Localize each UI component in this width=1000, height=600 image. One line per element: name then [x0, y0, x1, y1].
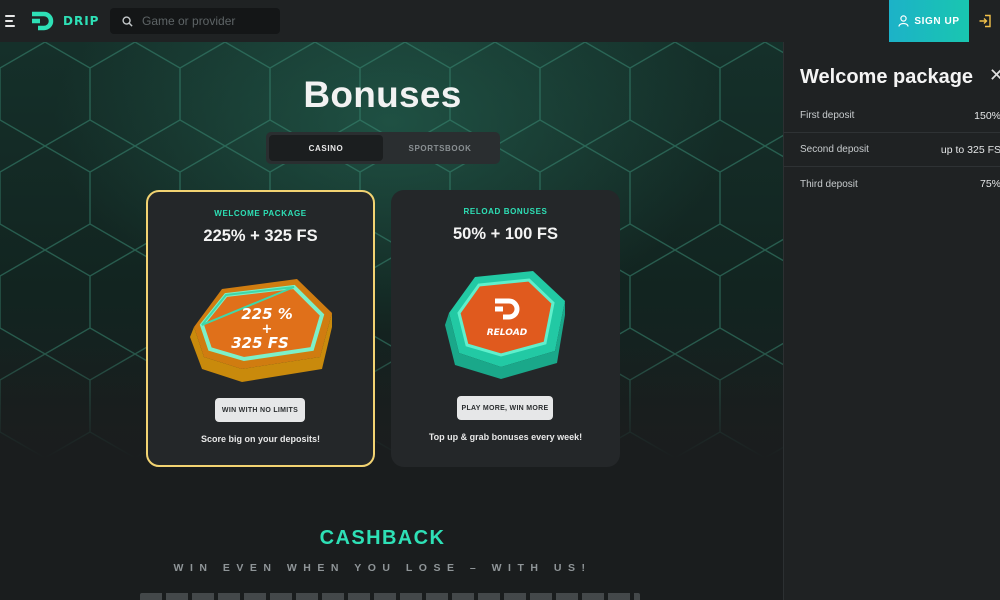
search-box[interactable] — [110, 8, 280, 34]
row-value: up to 325 FS — [940, 143, 1000, 156]
card-description: Score big on your deposits! — [200, 434, 320, 444]
sign-up-button[interactable]: SIGN UP — [889, 0, 969, 42]
bonuses-main: Bonuses CASINO SPORTSBOOK WELCOME PACKAG… — [0, 42, 783, 600]
tab-sportsbook[interactable]: SPORTSBOOK — [383, 135, 497, 161]
panel-row-third-deposit: Third deposit 75% — [784, 167, 1000, 201]
cashback-title: CASHBACK — [319, 527, 446, 549]
sign-up-label: SIGN UP — [914, 15, 960, 27]
card-kicker: WELCOME PACKAGE — [214, 209, 307, 218]
login-icon — [979, 14, 991, 28]
page-title: Bonuses — [303, 74, 462, 115]
bonus-tabs: CASINO SPORTSBOOK — [266, 132, 500, 164]
cashback-text-cutoff — [140, 593, 640, 600]
play-more-win-more-button[interactable]: PLAY MORE, WIN MORE — [457, 396, 553, 420]
menu-icon[interactable] — [0, 0, 22, 42]
tab-casino[interactable]: CASINO — [269, 135, 383, 161]
row-value: 75% — [979, 178, 1000, 190]
row-label: Second deposit — [800, 144, 869, 155]
welcome-package-card[interactable]: WELCOME PACKAGE 225% + 325 FS 225 % + 32… — [146, 190, 375, 467]
reload-bonuses-card[interactable]: RELOAD BONUSES 50% + 100 FS RELOAD PLAY … — [391, 190, 620, 467]
card-title: 225% + 325 FS — [203, 227, 318, 245]
welcome-chest-illustration: 225 % + 325 FS — [190, 279, 332, 382]
drip-logo-icon — [32, 11, 54, 31]
win-with-no-limits-button[interactable]: WIN WITH NO LIMITS — [215, 398, 305, 422]
panel-row-second-deposit: Second deposit up to 325 FS — [784, 133, 1000, 167]
search-icon — [122, 15, 133, 27]
top-bar: DRIP SIGN UP — [0, 0, 1000, 42]
panel-row-first-deposit: First deposit 150% — [784, 99, 1000, 133]
reload-chest-text: RELOAD — [487, 328, 528, 338]
cashback-subtitle: WIN EVEN WHEN YOU LOSE – WITH US! — [173, 562, 592, 574]
panel-title: Welcome package — [800, 66, 974, 88]
row-label: Third deposit — [800, 178, 858, 190]
login-button[interactable] — [969, 0, 1000, 42]
close-icon[interactable]: ✕ — [989, 66, 1000, 84]
user-icon — [898, 15, 909, 27]
chest-text-line3: 325 FS — [231, 334, 289, 352]
search-input[interactable] — [142, 14, 272, 28]
row-value: 150% — [974, 109, 1000, 122]
chest-text-line1: 225 % — [241, 305, 293, 323]
card-description: Top up & grab bonuses every week! — [428, 432, 583, 442]
row-label: First deposit — [800, 110, 855, 121]
reload-chest-illustration: RELOAD — [445, 271, 565, 379]
card-kicker: RELOAD BONUSES — [463, 207, 548, 216]
card-title: 50% + 100 FS — [452, 225, 559, 243]
brand-logo[interactable]: DRIP — [30, 0, 99, 42]
brand-name: DRIP — [63, 14, 100, 28]
welcome-package-panel: Welcome package ✕ First deposit 150% Sec… — [783, 42, 1000, 600]
